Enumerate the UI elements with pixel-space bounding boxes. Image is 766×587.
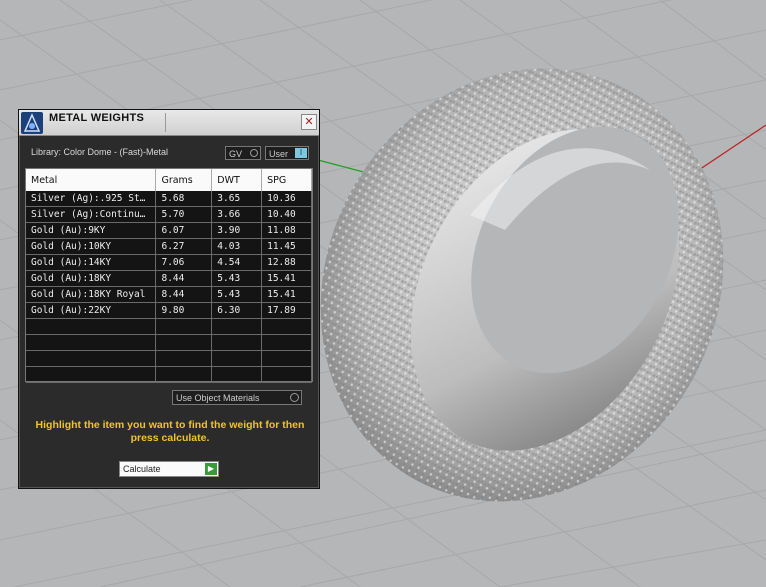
empty-table-row[interactable]: [26, 334, 312, 351]
radio-circle-icon: [290, 393, 299, 402]
empty-cell: [155, 366, 213, 383]
use-object-materials-label: Use Object Materials: [176, 393, 260, 403]
cell-dwt: 4.03: [211, 238, 263, 255]
cell-metal: Gold (Au):18KY: [26, 270, 157, 287]
empty-table-row[interactable]: [26, 318, 312, 335]
cell-grams: 6.07: [155, 222, 213, 239]
metal-weights-panel: METAL WEIGHTS ✕ Library: Color Dome - (F…: [18, 109, 320, 489]
cell-grams: 7.06: [155, 254, 213, 271]
cell-spg: 12.88: [261, 254, 312, 271]
cell-spg: 10.36: [261, 191, 312, 207]
cell-grams: 5.68: [155, 191, 213, 207]
cell-metal: Silver (Ag):Continu...: [26, 206, 157, 223]
empty-table-row[interactable]: [26, 350, 312, 367]
empty-cell: [261, 318, 312, 335]
cell-dwt: 5.43: [211, 270, 263, 287]
cell-spg: 11.08: [261, 222, 312, 239]
app-logo-icon: [21, 112, 43, 134]
library-label: Library: Color Dome - (Fast)-Metal: [31, 147, 169, 157]
empty-cell: [261, 366, 312, 383]
column-header-spg[interactable]: SPG: [261, 169, 312, 191]
empty-cell: [155, 350, 213, 367]
empty-cell: [155, 334, 213, 351]
empty-cell: [211, 366, 263, 383]
table-row[interactable]: Gold (Au):14KY 7.06 4.54 12.88: [26, 254, 312, 271]
play-arrow-icon: ▶: [205, 463, 217, 475]
cell-dwt: 4.54: [211, 254, 263, 271]
cell-spg: 15.41: [261, 270, 312, 287]
user-toggle-indicator-icon: I: [295, 148, 307, 158]
radio-circle-icon: [250, 149, 258, 157]
table-row[interactable]: Silver (Ag):.925 St... 5.68 3.65 10.36: [26, 191, 312, 207]
panel-title: METAL WEIGHTS: [49, 112, 145, 124]
empty-cell: [26, 350, 157, 367]
instruction-text: Highlight the item you want to find the …: [35, 419, 305, 444]
empty-cell: [261, 334, 312, 351]
cell-metal: Gold (Au):10KY: [26, 238, 157, 255]
cell-metal: Silver (Ag):.925 St...: [26, 191, 157, 207]
metal-table[interactable]: Metal Grams DWT SPG Silver (Ag):.925 St.…: [25, 168, 313, 383]
close-icon[interactable]: ✕: [301, 114, 317, 130]
cell-spg: 15.41: [261, 286, 312, 303]
cell-metal: Gold (Au):22KY: [26, 302, 157, 319]
cell-spg: 17.89: [261, 302, 312, 319]
user-toggle[interactable]: User I: [265, 146, 309, 160]
cell-grams: 6.27: [155, 238, 213, 255]
cell-metal: Gold (Au):9KY: [26, 222, 157, 239]
panel-titlebar[interactable]: METAL WEIGHTS ✕: [19, 110, 319, 136]
column-header-grams[interactable]: Grams: [155, 169, 213, 191]
gv-toggle-label: GV: [229, 149, 243, 159]
cell-spg: 10.40: [261, 206, 312, 223]
table-row[interactable]: Gold (Au):10KY 6.27 4.03 11.45: [26, 238, 312, 255]
table-row[interactable]: Gold (Au):9KY 6.07 3.90 11.08: [26, 222, 312, 239]
empty-cell: [261, 350, 312, 367]
calculate-label: Calculate: [123, 464, 161, 474]
titlebar-divider: [165, 113, 166, 132]
empty-cell: [155, 318, 213, 335]
cell-dwt: 6.30: [211, 302, 263, 319]
table-row[interactable]: Gold (Au):22KY 9.80 6.30 17.89: [26, 302, 312, 319]
column-header-dwt[interactable]: DWT: [211, 169, 263, 191]
table-row[interactable]: Gold (Au):18KY Royal 8.44 5.43 15.41: [26, 286, 312, 303]
cell-grams: 8.44: [155, 286, 213, 303]
cell-dwt: 3.90: [211, 222, 263, 239]
empty-cell: [26, 334, 157, 351]
cell-dwt: 3.65: [211, 191, 263, 207]
cell-grams: 8.44: [155, 270, 213, 287]
cell-spg: 11.45: [261, 238, 312, 255]
empty-table-row[interactable]: [26, 366, 312, 383]
cell-dwt: 5.43: [211, 286, 263, 303]
table-header-row: Metal Grams DWT SPG: [26, 169, 312, 191]
cell-metal: Gold (Au):18KY Royal: [26, 286, 157, 303]
empty-cell: [26, 366, 157, 383]
calculate-button[interactable]: Calculate ▶: [119, 461, 219, 477]
cell-dwt: 3.66: [211, 206, 263, 223]
empty-cell: [26, 318, 157, 335]
cell-grams: 9.80: [155, 302, 213, 319]
empty-cell: [211, 350, 263, 367]
empty-cell: [211, 318, 263, 335]
cell-metal: Gold (Au):14KY: [26, 254, 157, 271]
cell-grams: 5.70: [155, 206, 213, 223]
use-object-materials-toggle[interactable]: Use Object Materials: [172, 390, 302, 405]
table-row[interactable]: Gold (Au):18KY 8.44 5.43 15.41: [26, 270, 312, 287]
column-header-metal[interactable]: Metal: [26, 169, 157, 191]
empty-cell: [211, 334, 263, 351]
user-toggle-label: User: [269, 149, 289, 159]
table-row[interactable]: Silver (Ag):Continu... 5.70 3.66 10.40: [26, 206, 312, 223]
gv-toggle[interactable]: GV: [225, 146, 261, 160]
